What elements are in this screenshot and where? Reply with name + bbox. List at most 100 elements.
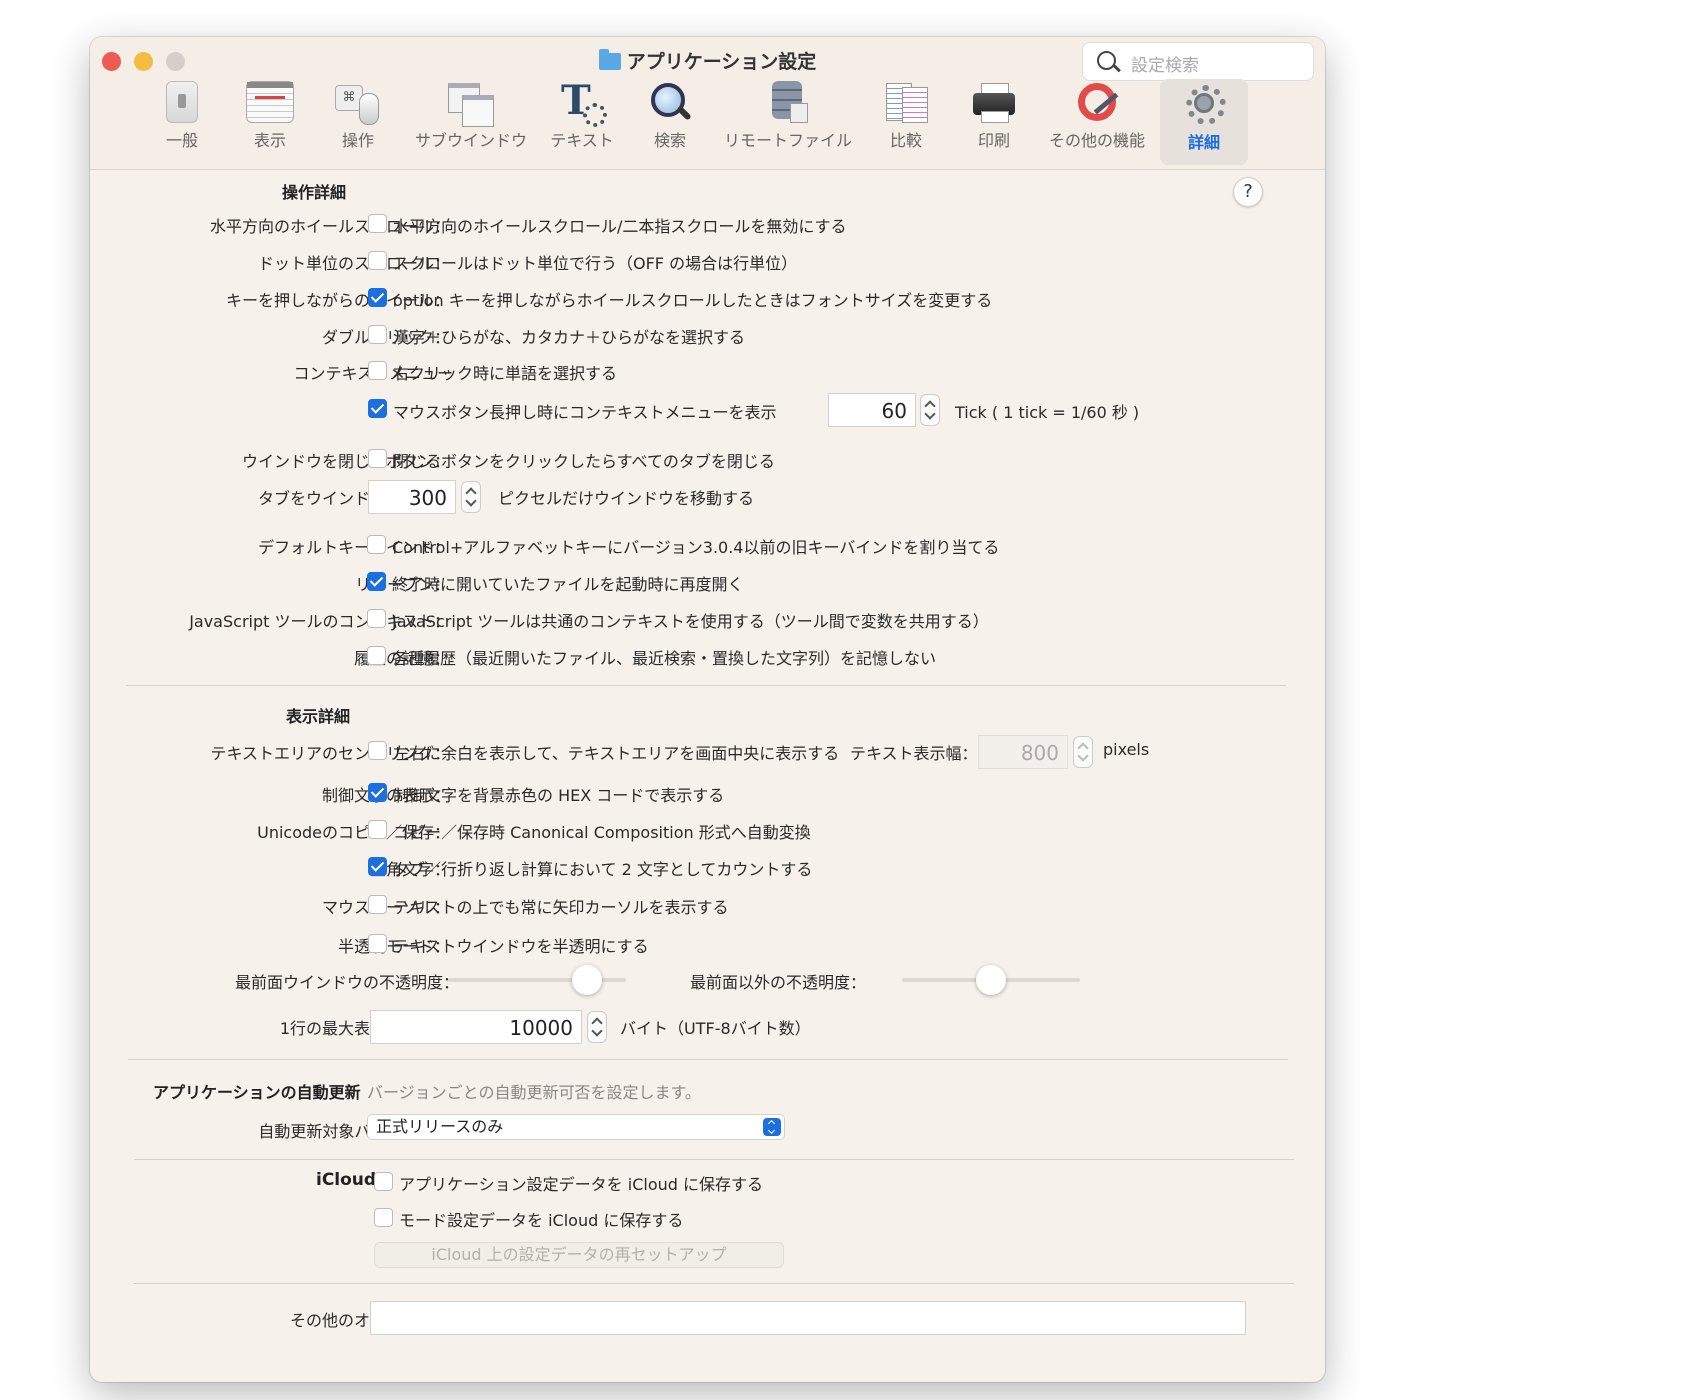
mouse-keyboard-icon: ⌘ [335,81,381,125]
checkbox-center-text-area[interactable] [368,741,387,760]
separator [128,1059,1288,1060]
toolbar-item-subwindow[interactable]: サブウインドウ [406,81,536,159]
front-opacity-slider[interactable] [448,965,626,995]
checkbox-right-click-select-word[interactable] [368,361,387,380]
text-canonical-composition: コピー／保存時 Canonical Composition 形式へ自動変換 [393,823,811,842]
checkbox-js-shared-context[interactable] [367,609,386,628]
text-gear-icon: T [559,81,607,127]
subwindow-icon [448,81,494,127]
auto-update-description: バージョンごとの自動更新可否を設定します。 [367,1083,701,1102]
row-history: 履歴の記憶： 各種履歴（最近開いたファイル、最近検索・置換した文字列）を記憶しな… [90,639,1325,669]
row-icloud-app: アプリケーション設定データを iCloud に保存する [90,1165,1325,1195]
row-translucent: 半透明モード： テキストウインドウを半透明にする [90,927,1325,957]
text-max-chars-unit: バイト（UTF-8バイト数） [620,1019,811,1038]
toolbar-item-general[interactable]: 一般 [142,81,222,159]
text-control-chars-hex: 制御文字を背景赤色の HEX コードで表示する [393,786,725,805]
checkbox-long-press-context-menu[interactable] [368,399,387,418]
row-js-context: JavaScript ツールのコンテキスト： JavaScript ツールは共通… [90,602,1325,632]
checkbox-control-chars-hex[interactable] [368,783,387,802]
separator [134,1283,1294,1284]
text-width-stepper[interactable] [1073,736,1093,768]
toolbar-item-display[interactable]: 表示 [230,81,310,159]
text-tick-unit: Tick ( 1 tick = 1/60 秒 ) [955,403,1140,422]
long-press-tick-stepper[interactable] [920,394,940,426]
row-mouse-cursor: マウスカーソル： テキストの上でも常に矢印カーソルを表示する [90,888,1325,918]
row-centering: テキストエリアのセンタリング： 左右に余白を表示して、テキストエリアを画面中央に… [90,732,1325,772]
compare-docs-icon [884,81,928,123]
toolbar-item-advanced[interactable]: 詳細 [1160,79,1248,165]
label-back-opacity: 最前面以外の不透明度： [690,973,867,992]
toolbar-label: 一般 [165,131,198,150]
label-text-width: テキスト表示幅： [850,744,978,763]
text-fullwidth-double: タブ／行折り返し計算において 2 文字としてカウントする [393,860,813,879]
icloud-reset-button[interactable]: iCloud 上の設定データの再セットアップ [374,1242,784,1268]
row-opacity: 最前面ウインドウの不透明度： 最前面以外の不透明度： [90,959,1325,999]
update-target-value: 正式リリースのみ [376,1117,504,1136]
toolbar-label: サブウインドウ [414,131,527,150]
tab-to-window-pixels-field[interactable]: 300 [368,480,456,514]
text-double-click-select: 漢字＋ひらがな、カタカナ＋ひらがなを選択する [393,328,746,347]
search-placeholder[interactable]: 設定検索 [1131,51,1199,76]
checkbox-arrow-cursor[interactable] [368,895,387,914]
folder-icon [598,49,621,70]
back-opacity-slider[interactable] [902,965,1080,995]
toolbar-label: 検索 [653,131,686,150]
text-option-wheel-font-size: option キーを押しながらホイールスクロールしたときはフォントサイズを変更す… [393,291,993,310]
toolbar-item-other-features[interactable]: その他の機能 [1042,81,1152,159]
toolbar-item-search[interactable]: 検索 [630,81,710,159]
separator [126,685,1286,686]
toolbar-item-text[interactable]: T テキスト [542,81,622,159]
search-icon [1097,51,1116,70]
row-reopen: リオープン： 終了時に開いていたファイルを起動時に再度開く [90,565,1325,595]
update-target-select[interactable]: 正式リリースのみ [367,1114,785,1140]
toolbar-label: 表示 [253,131,286,150]
settings-search[interactable]: 設定検索 [1082,42,1314,81]
row-context-menu: コンテキストメニュー 右クリック時に単語を選択する [90,354,1325,384]
row-default-keybind: デフォルトキーバインド： Control+アルファベットキーにバージョン3.0.… [90,528,1325,558]
display-grid-icon [246,81,294,123]
text-width-unit: pixels [1103,740,1150,759]
checkbox-option-wheel-font-size[interactable] [368,288,387,307]
toolbar-item-print[interactable]: 印刷 [954,81,1034,159]
text-close-all-tabs: 閉じるボタンをクリックしたらすべてのタブを閉じる [393,452,775,471]
tab-to-window-stepper[interactable] [461,481,481,513]
checkbox-double-click-select[interactable] [368,325,387,344]
checkbox-icloud-mode-settings[interactable] [374,1208,393,1227]
checkbox-dot-scroll[interactable] [368,251,387,270]
max-chars-field[interactable]: 10000 [370,1010,582,1044]
text-no-history: 各種履歴（最近開いたファイル、最近検索・置換した文字列）を記憶しない [392,649,937,668]
separator [134,1159,1294,1160]
toolbar-item-remote-file[interactable]: リモートファイル [718,81,858,159]
checkbox-fullwidth-double[interactable] [368,857,387,876]
row-icloud-mode: モード設定データを iCloud に保存する [90,1201,1325,1231]
checkbox-disable-horizontal-wheel[interactable] [368,214,387,233]
max-chars-stepper[interactable] [587,1011,607,1043]
front-opacity-knob[interactable] [571,965,602,995]
text-width-field[interactable]: 800 [978,735,1068,769]
text-long-press-context-menu: マウスボタン長押し時にコンテキストメニューを表示 [393,403,777,422]
checkbox-icloud-app-settings[interactable] [374,1172,393,1191]
checkbox-no-history[interactable] [367,646,386,665]
text-dot-scroll: スクロールはドット単位で行う（OFF の場合は行単位） [393,254,798,273]
text-translucent-window: テキストウインドウを半透明にする [393,937,649,956]
chevron-updown-icon [763,1118,781,1136]
window-title-text: アプリケーション設定 [626,51,817,73]
toolbar-item-operation[interactable]: ⌘ 操作 [318,81,398,159]
long-press-tick-field[interactable]: 60 [828,393,916,427]
toolbar-item-compare[interactable]: 比較 [866,81,946,159]
checkbox-reopen-files[interactable] [367,572,386,591]
row-dot-scroll: ドット単位のスクロール： スクロールはドット単位で行う（OFF の場合は行単位） [90,244,1325,274]
back-opacity-knob[interactable] [976,965,1006,995]
checkbox-close-all-tabs[interactable] [368,449,387,468]
text-icloud-app-settings: アプリケーション設定データを iCloud に保存する [399,1175,764,1194]
printer-icon [971,81,1017,123]
row-update-target: 自動更新対象バージョン： 正式リリースのみ [90,1110,1325,1144]
help-button[interactable]: ? [1233,177,1263,207]
row-max-chars: 1行の最大表示文字数： 10000 バイト（UTF-8バイト数） [90,1007,1325,1047]
other-options-input[interactable] [370,1301,1246,1335]
checkbox-canonical-composition[interactable] [368,820,387,839]
checkbox-translucent-window[interactable] [368,934,387,953]
row-horizontal-wheel: 水平方向のホイールスクロール： 水平方向のホイールスクロール/二本指スクロールを… [90,207,1325,237]
text-reopen-files: 終了時に開いていたファイルを起動時に再度開く [392,575,744,594]
checkbox-legacy-keybind[interactable] [367,535,386,554]
